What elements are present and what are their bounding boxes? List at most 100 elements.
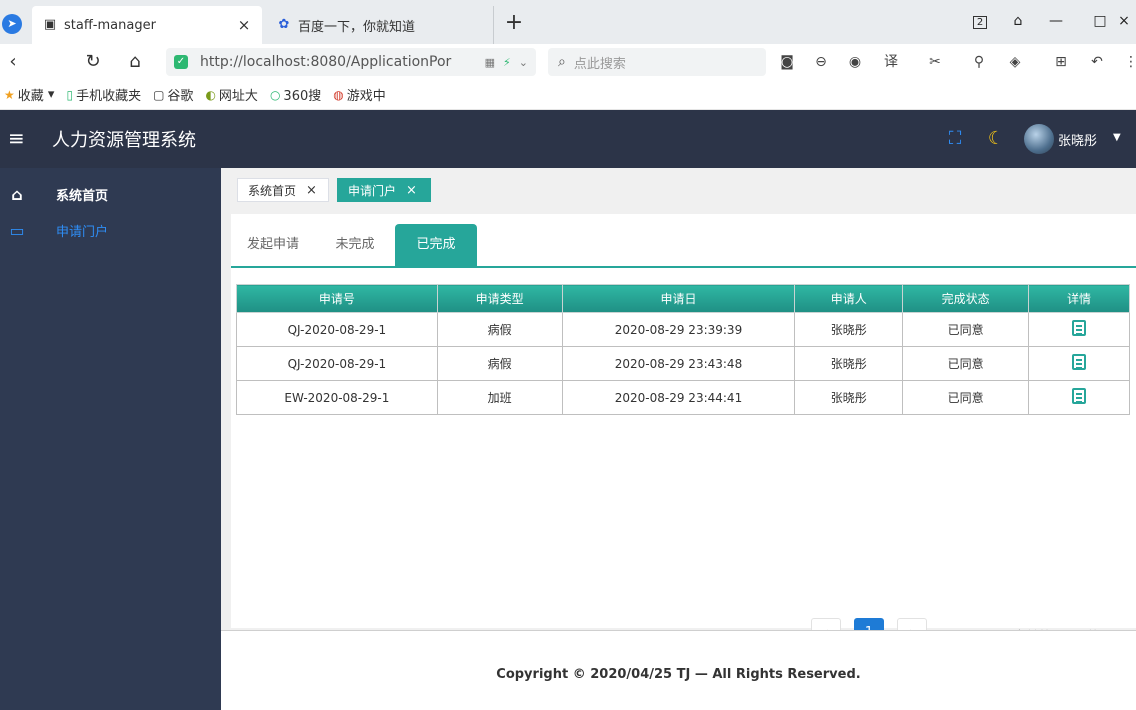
cell-date: 2020-08-29 23:39:39: [561, 312, 796, 347]
cell-status: 已同意: [902, 312, 1030, 347]
magnifier-icon[interactable]: ⚲: [968, 52, 990, 72]
moon-theme-icon[interactable]: ☾: [984, 127, 1008, 151]
bookmarks-bar: ★ 收藏 ▾ ▯ 手机收藏夹 ▢ 谷歌 ◐ 网址大 ○ 360搜 ◍ 游戏中: [0, 80, 1136, 110]
cell-status: 已同意: [902, 380, 1030, 415]
user-name[interactable]: 张晓彤: [1058, 130, 1097, 149]
table-header-row: 申请号 申请类型 申请日 申请人 完成状态 详情: [236, 284, 1130, 313]
app-title: 人力资源管理系统: [52, 130, 196, 151]
close-tab-icon[interactable]: ×: [236, 16, 252, 34]
column-header-type: 申请类型: [436, 284, 563, 313]
globe-icon: ◐: [205, 87, 216, 102]
avatar[interactable]: [1024, 124, 1054, 154]
tab-count-icon[interactable]: 2: [966, 10, 994, 32]
translate-icon[interactable]: 译: [880, 52, 902, 72]
cell-id: EW-2020-08-29-1: [236, 380, 438, 415]
window-icon: ▭: [9, 220, 25, 240]
table-row: QJ-2020-08-29-1 病假 2020-08-29 23:39:39 张…: [236, 312, 1130, 347]
browser-tab-baidu[interactable]: ✿ 百度一下，你就知道: [266, 6, 494, 44]
extension-mask-icon[interactable]: ◙: [776, 52, 798, 72]
tab-completed[interactable]: 已完成: [395, 224, 477, 266]
scissors-icon[interactable]: ✂: [924, 52, 946, 72]
footer: Copyright © 2020/04/25 TJ — All Rights R…: [221, 630, 1136, 710]
reload-icon[interactable]: ↻: [80, 50, 106, 74]
fullscreen-icon[interactable]: ⛶: [943, 127, 967, 151]
bookmark-sites[interactable]: ◐ 网址大: [205, 85, 258, 105]
home-icon: ⌂: [11, 184, 23, 204]
grid-apps-icon[interactable]: ⊞: [1050, 52, 1072, 72]
applications-table: 申请号 申请类型 申请日 申请人 完成状态 详情 QJ-2020-08-29-1…: [236, 284, 1130, 415]
game-center-icon: ◍: [333, 87, 344, 102]
cell-id: QJ-2020-08-29-1: [236, 312, 438, 347]
subtab-bar: 发起申请 未完成 已完成: [231, 224, 1136, 268]
new-tab-button[interactable]: +: [502, 12, 526, 36]
tab-incomplete[interactable]: 未完成: [333, 224, 377, 266]
bookmark-google[interactable]: ▢ 谷歌: [153, 85, 193, 105]
column-header-detail: 详情: [1028, 284, 1130, 313]
clipboard-detail-icon[interactable]: [1072, 354, 1087, 370]
clipboard-detail-icon[interactable]: [1072, 388, 1087, 404]
url-text: http://localhost:8080/ApplicationPor: [200, 54, 452, 70]
column-header-date: 申请日: [561, 284, 796, 313]
tab-new-application[interactable]: 发起申请: [245, 224, 301, 266]
bookmark-games[interactable]: ◍ 游戏中: [333, 85, 386, 105]
lightning-icon[interactable]: ⚡: [503, 56, 511, 69]
cell-detail: [1028, 312, 1130, 347]
main-area: 系统首页 × 申请门户 × 发起申请 未完成 已完成 申请号 申请类型 申请日: [221, 168, 1136, 710]
undo-icon[interactable]: ↶: [1086, 52, 1108, 72]
caret-down-icon[interactable]: ▼: [1113, 132, 1121, 143]
sidebar-item-home[interactable]: ⌂ 系统首页: [0, 176, 221, 212]
minimize-button[interactable]: —: [1042, 10, 1070, 32]
back-arrow-icon[interactable]: ‹: [0, 50, 26, 74]
tag-label: 申请门户: [348, 183, 397, 198]
chevron-down-icon[interactable]: ⌄: [519, 56, 528, 69]
qr-code-icon[interactable]: ▦: [485, 56, 495, 69]
bookmark-360[interactable]: ○ 360搜: [269, 85, 321, 105]
browser-tab-bar: ➤ ▣ staff-manager × ✿ 百度一下，你就知道 + 2 ⌂ — …: [0, 0, 1136, 44]
browser-tab-staff-manager[interactable]: ▣ staff-manager ×: [32, 6, 262, 44]
home-icon[interactable]: ⌂: [122, 50, 148, 74]
cell-type: 病假: [436, 312, 563, 347]
content-panel: 发起申请 未完成 已完成 申请号 申请类型 申请日 申请人 完成状态 详情 QJ…: [231, 214, 1136, 648]
baidu-paw-icon: ✿: [278, 17, 290, 32]
bookmark-favorites[interactable]: ★ 收藏 ▾: [4, 85, 54, 104]
table-row: QJ-2020-08-29-1 病假 2020-08-29 23:43:48 张…: [236, 346, 1130, 381]
cell-date: 2020-08-29 23:44:41: [561, 380, 796, 415]
clipboard-detail-icon[interactable]: [1072, 320, 1087, 336]
close-icon[interactable]: ×: [406, 183, 417, 198]
cell-applicant: 张晓彤: [794, 312, 904, 347]
browser-logo-icon[interactable]: ➤: [2, 14, 22, 34]
close-icon[interactable]: ×: [306, 183, 317, 198]
cell-type: 加班: [436, 380, 563, 415]
tab-label: 百度一下，你就知道: [298, 19, 416, 35]
tag-home[interactable]: 系统首页 ×: [237, 178, 329, 202]
page-favicon-icon: ▣: [43, 17, 57, 32]
app-header: ≡ 人力资源管理系统 ⛶ ☾ 张晓彤 ▼: [0, 110, 1136, 168]
cell-applicant: 张晓彤: [794, 346, 904, 381]
shirt-skin-icon[interactable]: ⌂: [1004, 10, 1032, 32]
close-window-button[interactable]: ×: [1110, 10, 1136, 32]
cell-type: 病假: [436, 346, 563, 381]
cell-detail: [1028, 380, 1130, 415]
search-input[interactable]: ⌕ 点此搜索: [548, 48, 766, 76]
search-icon: ⌕: [558, 54, 566, 70]
column-header-status: 完成状态: [902, 284, 1030, 313]
browser-address-bar: ‹ ↻ ⌂ ✓ http://localhost:8080/Applicatio…: [0, 44, 1136, 80]
column-header-applicant: 申请人: [794, 284, 904, 313]
search-360-icon: ○: [269, 87, 281, 102]
cell-date: 2020-08-29 23:43:48: [561, 346, 796, 381]
extension-minus-icon[interactable]: ⊖: [810, 52, 832, 72]
sidebar-item-label: 申请门户: [56, 224, 109, 240]
cell-detail: [1028, 346, 1130, 381]
gamepad-icon[interactable]: ◈: [1004, 52, 1026, 72]
extension-wechat-icon[interactable]: ◉: [844, 52, 866, 72]
tag-portal[interactable]: 申请门户 ×: [337, 178, 431, 202]
url-input[interactable]: ✓ http://localhost:8080/ApplicationPor ▦…: [166, 48, 536, 76]
tab-label: staff-manager: [64, 17, 156, 33]
more-menu-icon[interactable]: ⋮: [1120, 52, 1136, 72]
open-tags-bar: 系统首页 × 申请门户 ×: [221, 168, 1136, 214]
sidebar-item-portal[interactable]: ▭ 申请门户: [0, 212, 221, 248]
bookmark-mobile[interactable]: ▯ 手机收藏夹: [66, 85, 141, 105]
sidebar: ⌂ 系统首页 ▭ 申请门户: [0, 168, 221, 710]
cell-applicant: 张晓彤: [794, 380, 904, 415]
hamburger-menu-icon[interactable]: ≡: [8, 127, 28, 149]
